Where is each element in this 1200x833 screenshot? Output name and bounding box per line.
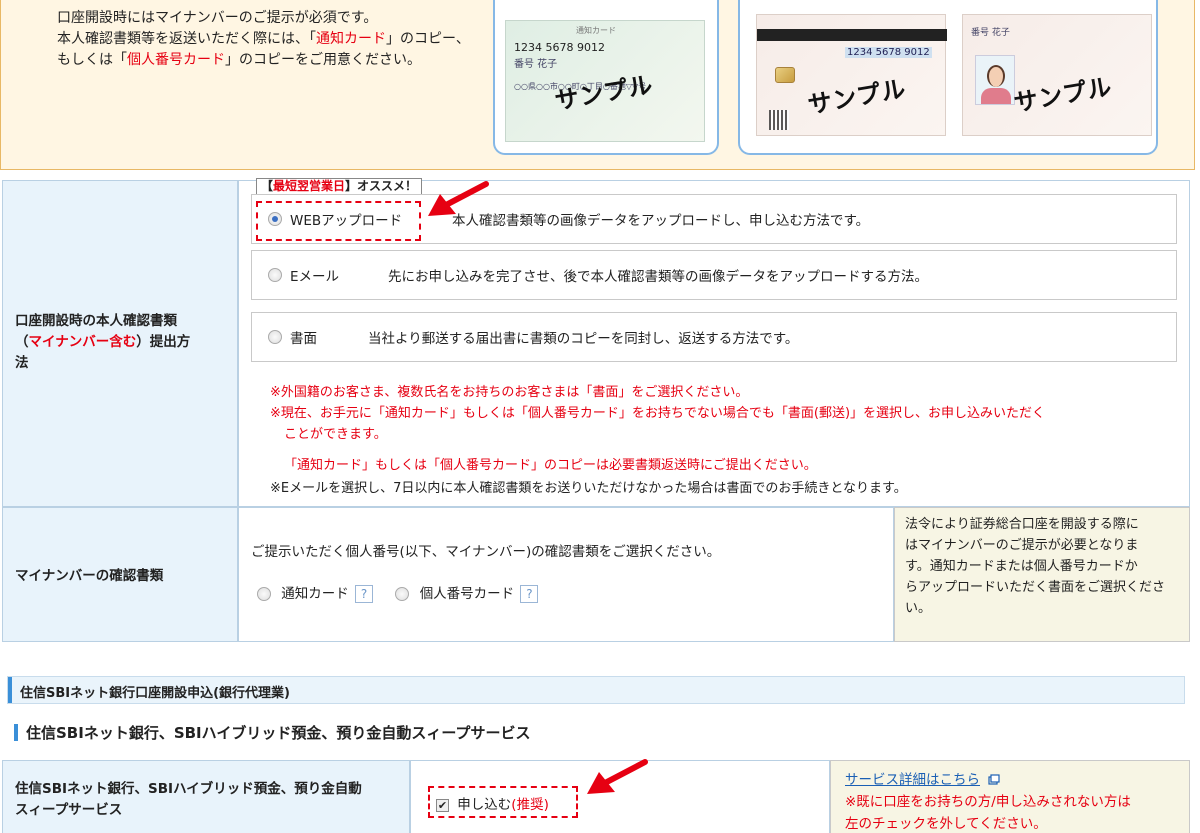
- help-icon[interactable]: ?: [520, 585, 539, 603]
- bank-service-side-note: サービス詳細はこちら ※既に口座をお持ちの方/申し込みされない方は 左のチェック…: [830, 760, 1190, 833]
- note-copy-submission: 「通知カード」もしくは「個人番号カード」のコピーは必要書類返送時にご提出ください…: [284, 458, 817, 473]
- paper-radio[interactable]: [268, 330, 282, 344]
- mynumber-notice-text: 口座開設時にはマイナンバーのご提示が必須です。 本人確認書類等を返送いただく際に…: [57, 8, 470, 71]
- fastest-badge: 【最短翌営業日】オススメ！: [256, 178, 423, 195]
- note-foreign-nationality: ※外国籍のお客さま、複数氏名をお持ちのお客さまは「書面」をご選択ください。: [270, 385, 749, 400]
- notice-line-3: もしくは「個人番号カード」のコピーをご用意ください。: [57, 52, 421, 68]
- mynumber-doc-value-cell: ご提示いただく個人番号(以下、マイナンバー)の確認書類をご選択ください。 通知カ…: [238, 507, 894, 642]
- paper-description: 当社より郵送する届出書に書類のコピーを同封し、返送する方法です。: [368, 331, 799, 347]
- note-no-card: ※現在、お手元に「通知カード」もしくは「個人番号カード」をお持ちでない場合でも「…: [270, 406, 1046, 421]
- red-arrow-icon: [587, 759, 648, 794]
- bank-section-title: 住信SBIネット銀行口座開設申込(銀行代理業): [20, 686, 290, 701]
- notification-card-radio[interactable]: [257, 587, 271, 601]
- bank-section-bar: 住信SBIネット銀行口座開設申込(銀行代理業): [7, 676, 1185, 704]
- web-upload-description: 本人確認書類等の画像データをアップロードし、申し込む方法です。: [452, 213, 870, 229]
- subtitle-accent: [14, 724, 18, 741]
- my-number-card-back-image: 1234 5678 9012 サンプル: [756, 14, 947, 136]
- notification-card-label[interactable]: 通知カード: [281, 586, 349, 602]
- bank-service-label-cell: 住信SBIネット銀行、SBIハイブリッド預金、預り金自動 スィープサービス: [2, 760, 410, 833]
- sample-watermark: サンプル: [1011, 72, 1115, 118]
- option-email-row[interactable]: Eメール 先にお申し込みを完了させ、後で本人確認書類等の画像データをアップロード…: [251, 250, 1177, 300]
- apply-checkbox-row[interactable]: ✔ 申し込む(推奨): [436, 793, 549, 813]
- paper-label[interactable]: 書面: [290, 327, 317, 347]
- recommended-label: (推奨): [511, 797, 549, 813]
- mynumber-doc-label-cell: マイナンバーの確認書類: [2, 507, 238, 642]
- submission-method-label-cell: 口座開設時の本人確認書類 （マイナンバー含む）提出方 法: [2, 180, 238, 507]
- sample-watermark: サンプル: [805, 74, 909, 120]
- my-number-card-radio[interactable]: [395, 587, 410, 601]
- help-icon[interactable]: ?: [355, 585, 374, 603]
- notification-card-frame: 通知カード 1234 5678 9012 番号 花子 ○○県○○市○○町○丁目○…: [493, 0, 719, 155]
- my-number-card-front-image: 番号 花子 サンプル: [962, 14, 1152, 136]
- bank-subtitle: 住信SBIネット銀行、SBIハイブリッド預金、預り金自動スィープサービス: [26, 724, 531, 742]
- notification-card-image: 通知カード 1234 5678 9012 番号 花子 ○○県○○市○○町○丁目○…: [505, 20, 705, 142]
- portrait-photo-icon: [975, 55, 1015, 105]
- existing-account-note-cont: 左のチェックを外してください。: [845, 816, 1047, 832]
- my-number-card-label[interactable]: 個人番号カード: [420, 586, 515, 602]
- email-radio[interactable]: [268, 268, 282, 282]
- red-arrow-icon: [428, 181, 489, 216]
- mynumber-doc-prompt: ご提示いただく個人番号(以下、マイナンバー)の確認書類をご選択ください。: [251, 544, 721, 560]
- email-description: 先にお申し込みを完了させ、後で本人確認書類等の画像データをアップロードする方法。: [388, 269, 928, 285]
- apply-label[interactable]: 申し込む: [457, 797, 511, 813]
- note-no-card-cont: ことができます。: [284, 427, 387, 442]
- option-paper-row[interactable]: 書面 当社より郵送する届出書に書類のコピーを同封し、返送する方法です。: [251, 312, 1177, 362]
- bank-service-label: 住信SBIネット銀行、SBIハイブリッド預金、預り金自動 スィープサービス: [15, 781, 362, 818]
- sample-watermark: サンプル: [552, 70, 656, 116]
- mynumber-doc-options: 通知カード ? 個人番号カード ?: [257, 582, 539, 603]
- ic-chip-icon: [775, 67, 795, 83]
- notice-line-2: 本人確認書類等を返送いただく際には、「通知カード」のコピー、: [57, 31, 470, 47]
- apply-checkbox[interactable]: ✔: [436, 798, 449, 812]
- notice-line-1: 口座開設時にはマイナンバーのご提示が必須です。: [57, 10, 378, 26]
- external-window-icon: [988, 774, 1000, 785]
- note-email-deadline: ※Eメールを選択し、7日以内に本人確認書類をお送りいただけなかった場合は書面での…: [270, 481, 907, 496]
- highlight-box: [256, 201, 421, 241]
- mynumber-doc-side-note: 法令により証券総合口座を開設する際に はマイナンバーのご提示が必要となりま す。…: [894, 507, 1190, 642]
- submission-method-label: 口座開設時の本人確認書類 （マイナンバー含む）提出方 法: [15, 313, 191, 371]
- qr-code-icon: [769, 110, 789, 130]
- email-label[interactable]: Eメール: [290, 265, 339, 285]
- service-detail-link[interactable]: サービス詳細はこちら: [845, 772, 980, 788]
- mynumber-doc-label: マイナンバーの確認書類: [15, 568, 164, 584]
- my-number-card-frame: 1234 5678 9012 サンプル 番号 花子 サンプル: [738, 0, 1158, 155]
- existing-account-note: ※既に口座をお持ちの方/申し込みされない方は: [845, 794, 1131, 810]
